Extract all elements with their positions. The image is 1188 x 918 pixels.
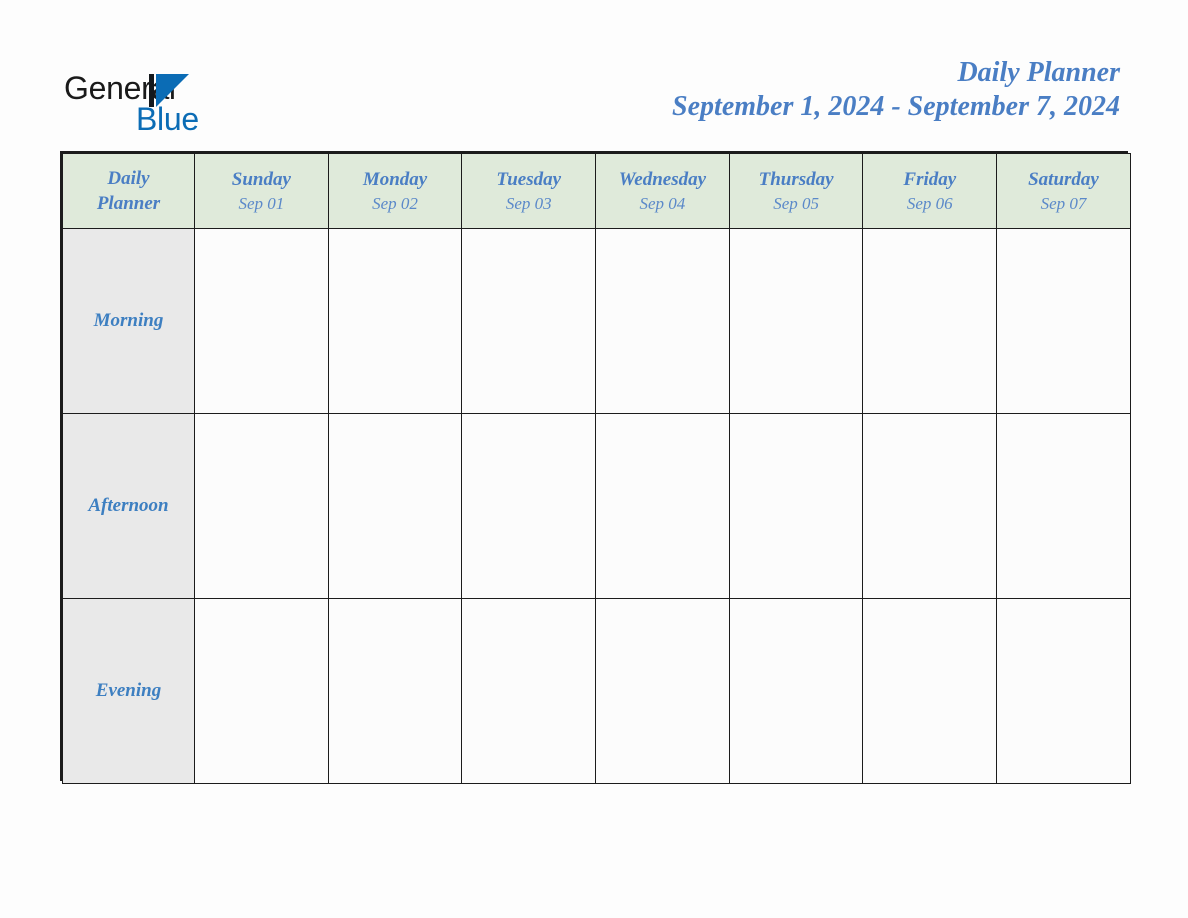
day-name: Tuesday bbox=[496, 168, 562, 190]
day-date: Sep 06 bbox=[906, 193, 953, 213]
header-day-saturday: Saturday Sep 07 bbox=[996, 153, 1131, 229]
planner-table-body: Morning Afternoon Evening bbox=[62, 228, 1131, 784]
day-name: Monday bbox=[362, 168, 428, 190]
cell-evening-tuesday[interactable] bbox=[461, 598, 597, 784]
title-block: Daily Planner September 1, 2024 - Septem… bbox=[672, 56, 1120, 124]
header-day-tuesday: Tuesday Sep 03 bbox=[461, 153, 597, 229]
day-name: Sunday bbox=[231, 168, 291, 190]
table-row-evening: Evening bbox=[62, 598, 1131, 784]
day-date: Sep 03 bbox=[505, 193, 552, 213]
cell-morning-saturday[interactable] bbox=[996, 228, 1131, 414]
planner-grid: Daily Planner Sunday Sep 01 Monday Sep 0… bbox=[60, 151, 1131, 784]
cell-evening-saturday[interactable] bbox=[996, 598, 1131, 784]
planner-table-head: Daily Planner Sunday Sep 01 Monday Sep 0… bbox=[62, 153, 1131, 229]
page-header: General Blue Daily Planner September 1, … bbox=[0, 0, 1188, 150]
cell-afternoon-wednesday[interactable] bbox=[595, 413, 730, 599]
day-name: Saturday bbox=[1028, 168, 1099, 190]
cell-evening-wednesday[interactable] bbox=[595, 598, 730, 784]
slot-label-morning: Morning bbox=[62, 228, 195, 414]
header-row: Daily Planner Sunday Sep 01 Monday Sep 0… bbox=[62, 153, 1131, 229]
day-date: Sep 05 bbox=[773, 193, 819, 213]
cell-morning-tuesday[interactable] bbox=[461, 228, 597, 414]
cell-evening-friday[interactable] bbox=[862, 598, 998, 784]
cell-afternoon-friday[interactable] bbox=[862, 413, 998, 599]
day-name: Wednesday bbox=[618, 168, 707, 190]
cell-evening-monday[interactable] bbox=[327, 598, 463, 784]
cell-afternoon-tuesday[interactable] bbox=[461, 413, 597, 599]
day-name: Thursday bbox=[758, 168, 834, 190]
page-title: Daily Planner bbox=[957, 57, 1120, 88]
planner-table: Daily Planner Sunday Sep 01 Monday Sep 0… bbox=[62, 153, 1131, 784]
header-day-sunday: Sunday Sep 01 bbox=[194, 153, 329, 229]
cell-morning-thursday[interactable] bbox=[728, 228, 864, 414]
header-day-friday: Friday Sep 06 bbox=[862, 153, 998, 229]
cell-morning-friday[interactable] bbox=[862, 228, 998, 414]
cell-morning-sunday[interactable] bbox=[194, 228, 329, 414]
logo-text-blue: Blue bbox=[136, 101, 199, 137]
day-date: Sep 07 bbox=[1040, 193, 1087, 213]
table-row-morning: Morning bbox=[62, 228, 1131, 414]
header-day-thursday: Thursday Sep 05 bbox=[728, 153, 864, 229]
table-row-afternoon: Afternoon bbox=[62, 413, 1131, 599]
cell-afternoon-sunday[interactable] bbox=[194, 413, 329, 599]
header-corner-cell: Daily Planner bbox=[62, 153, 195, 229]
slot-label-afternoon: Afternoon bbox=[62, 413, 195, 599]
cell-afternoon-saturday[interactable] bbox=[996, 413, 1131, 599]
slot-label-evening: Evening bbox=[62, 598, 195, 784]
day-date: Sep 04 bbox=[639, 193, 686, 213]
cell-morning-wednesday[interactable] bbox=[595, 228, 730, 414]
corner-label-line1: Daily bbox=[107, 168, 150, 189]
cell-morning-monday[interactable] bbox=[327, 228, 463, 414]
day-name: Friday bbox=[903, 168, 957, 190]
cell-afternoon-thursday[interactable] bbox=[728, 413, 864, 599]
general-blue-logo: General Blue bbox=[64, 70, 264, 138]
cell-evening-sunday[interactable] bbox=[194, 598, 329, 784]
date-range-subtitle: September 1, 2024 - September 7, 2024 bbox=[672, 91, 1120, 122]
corner-label-line2: Planner bbox=[96, 193, 161, 214]
header-day-wednesday: Wednesday Sep 04 bbox=[595, 153, 730, 229]
header-day-monday: Monday Sep 02 bbox=[327, 153, 463, 229]
day-date: Sep 02 bbox=[372, 193, 418, 213]
cell-afternoon-monday[interactable] bbox=[327, 413, 463, 599]
cell-evening-thursday[interactable] bbox=[728, 598, 864, 784]
daily-planner-page: General Blue Daily Planner September 1, … bbox=[0, 0, 1188, 918]
day-date: Sep 01 bbox=[238, 193, 285, 213]
